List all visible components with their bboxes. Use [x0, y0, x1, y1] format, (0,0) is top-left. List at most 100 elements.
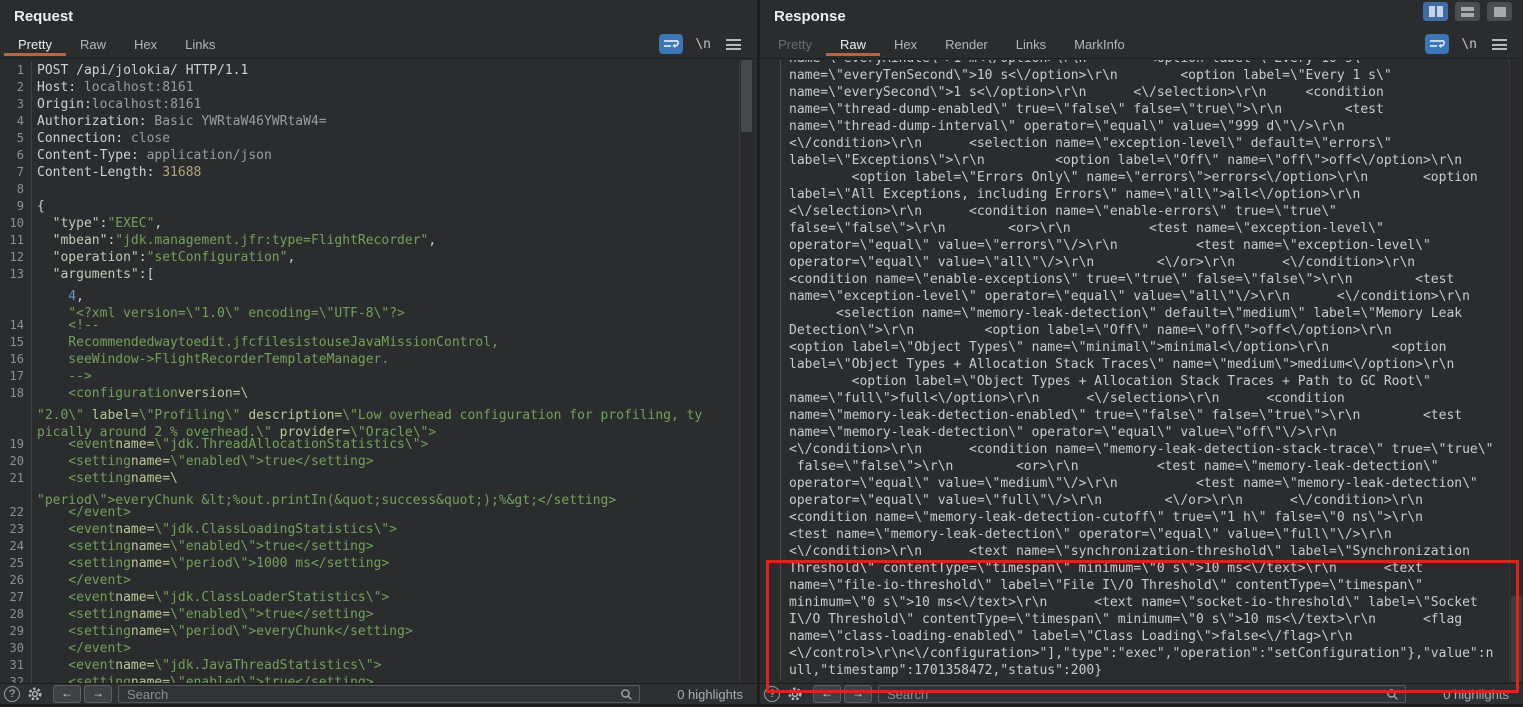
code-line: name=\"class-loading-enabled\" label=\"C… [784, 628, 1523, 645]
tab-hex[interactable]: Hex [120, 32, 171, 56]
code-line: name=\"full\">full<\/option>\r\n <\/sele… [784, 390, 1523, 407]
search-previous-button[interactable]: ← [813, 685, 841, 703]
code-line: I\/O Threshold\" contentType=\"timespan\… [784, 611, 1523, 628]
code-line: 5Connection: close [0, 130, 757, 147]
word-wrap-toggle-icon[interactable] [659, 34, 683, 54]
response-scrollbar[interactable] [1509, 60, 1523, 684]
search-next-button[interactable]: → [84, 685, 112, 703]
search-previous-button[interactable]: ← [53, 685, 81, 703]
response-search-input[interactable] [879, 686, 1405, 702]
request-scrollbar-thumb[interactable] [741, 60, 752, 132]
search-settings-gear-icon[interactable] [27, 686, 43, 702]
line-number: 24 [0, 538, 32, 555]
line-number [0, 402, 32, 419]
code-line: label=\"Object Types + Allocation Stack … [784, 356, 1523, 373]
word-wrap-toggle-icon[interactable] [1425, 34, 1449, 54]
word-wrap-glyph [659, 34, 683, 54]
line-number: 3 [0, 96, 32, 113]
code-line: 2Host: localhost:8161 [0, 79, 757, 96]
code-line: <option label=\"Object Types + Allocatio… [784, 373, 1523, 390]
code-line: 9{ [0, 198, 757, 215]
request-search-field [118, 685, 640, 703]
code-line: 28 <settingname=\"enabled\">true</settin… [0, 606, 757, 623]
help-icon[interactable]: ? [764, 686, 780, 702]
response-editor[interactable]: name=\"everyMinute\">1 m<\/option>\r\n <… [760, 60, 1523, 684]
line-number [0, 487, 32, 504]
line-number: 5 [0, 130, 32, 147]
search-magnifier-icon [1386, 688, 1399, 706]
code-line: <condition name=\"memory-leak-detection-… [784, 509, 1523, 526]
line-number: 7 [0, 164, 32, 181]
code-line: "<?xml version=\"1.0\" encoding=\"UTF-8\… [0, 300, 757, 317]
editor-menu-icon[interactable] [1492, 39, 1507, 50]
response-raw-text: name=\"everyMinute\">1 m<\/option>\r\n <… [780, 60, 1523, 679]
tab-bar-divider [760, 58, 1523, 59]
code-line: name=\"memory-leak-detection-enabled\" t… [784, 407, 1523, 424]
code-line: <test name=\"memory-leak-detection\" ope… [784, 526, 1523, 543]
code-line: 29 <settingname=\"period\">everyChunk</s… [0, 623, 757, 640]
response-panel-title: Response [774, 8, 846, 25]
tab-hex[interactable]: Hex [880, 32, 931, 56]
layout-rows-button[interactable] [1455, 2, 1480, 21]
code-line: Detection\">\r\n <option label=\"Off\" n… [784, 322, 1523, 339]
tab-pretty[interactable]: Pretty [4, 32, 66, 56]
code-line: 27 <eventname=\"jdk.ClassLoaderStatistic… [0, 589, 757, 606]
tab-markinfo[interactable]: MarkInfo [1060, 32, 1139, 56]
request-panel-title: Request [14, 8, 73, 25]
code-line: 1POST /api/jolokia/ HTTP/1.1 [0, 62, 757, 79]
request-editor[interactable]: 1POST /api/jolokia/ HTTP/1.12Host: local… [0, 60, 757, 684]
code-line: 6Content-Type: application/json [0, 147, 757, 164]
code-line: name=\"exception-level\" operator=\"equa… [784, 288, 1523, 305]
line-number: 25 [0, 555, 32, 572]
show-newlines-toggle[interactable]: \n [695, 37, 711, 52]
line-number: 21 [0, 470, 32, 487]
tab-render[interactable]: Render [931, 32, 1002, 56]
code-line: <\/condition>\r\n <condition name=\"memo… [784, 441, 1523, 458]
response-search-field [878, 685, 1406, 703]
line-number: 23 [0, 521, 32, 538]
editor-menu-icon[interactable] [726, 39, 741, 50]
code-line: 18 <configurationversion=\ [0, 385, 757, 402]
layout-button-group [1423, 2, 1512, 21]
request-search-bar: ? ← → 0 highlights [0, 683, 757, 704]
code-line: 20 <settingname=\"enabled\">true</settin… [0, 453, 757, 470]
line-number: 8 [0, 181, 32, 198]
line-number: 14 [0, 317, 32, 334]
tab-raw[interactable]: Raw [826, 32, 880, 56]
code-line: <condition name=\"enable-exceptions\" tr… [784, 271, 1523, 288]
show-newlines-toggle[interactable]: \n [1461, 37, 1477, 52]
layout-single-button[interactable] [1487, 2, 1512, 21]
request-search-input[interactable] [119, 686, 639, 702]
code-line: 4Authorization: Basic YWRtaW46YWRtaW4= [0, 113, 757, 130]
line-number: 28 [0, 606, 32, 623]
line-number: 30 [0, 640, 32, 657]
line-number: 1 [0, 62, 32, 79]
search-settings-gear-icon[interactable] [787, 686, 803, 702]
code-line: <\/condition>\r\n <text name=\"synchroni… [784, 543, 1523, 560]
code-line: 24 <settingname=\"enabled\">true</settin… [0, 538, 757, 555]
line-number: 4 [0, 113, 32, 130]
layout-columns-button[interactable] [1423, 2, 1448, 21]
code-line: minimum=\"0 s\">10 ms<\/text>\r\n <text … [784, 594, 1523, 611]
request-scrollbar[interactable] [739, 60, 753, 684]
line-number: 15 [0, 334, 32, 351]
line-number: 17 [0, 368, 32, 385]
tab-raw[interactable]: Raw [66, 32, 120, 56]
code-line: 23 <eventname=\"jdk.ClassLoadingStatisti… [0, 521, 757, 538]
search-next-button[interactable]: → [844, 685, 872, 703]
code-line: false=\"false\">\r\n <or>\r\n <test name… [784, 458, 1523, 475]
line-number: 9 [0, 198, 32, 215]
line-number: 12 [0, 249, 32, 266]
tab-bar-divider [0, 58, 757, 59]
code-line: 25 <settingname=\"period\">1000 ms</sett… [0, 555, 757, 572]
code-line: 4, [0, 283, 757, 300]
tab-links[interactable]: Links [171, 32, 229, 56]
response-scrollbar-thumb[interactable] [1511, 596, 1522, 682]
tab-links[interactable]: Links [1002, 32, 1060, 56]
code-line: 21 <settingname=\ [0, 470, 757, 487]
word-wrap-glyph [1425, 34, 1449, 54]
code-line: 17 --> [0, 368, 757, 385]
line-number: 27 [0, 589, 32, 606]
code-line: "period\">everyChunk &lt;%out.printIn(&q… [0, 487, 757, 504]
help-icon[interactable]: ? [4, 686, 20, 702]
